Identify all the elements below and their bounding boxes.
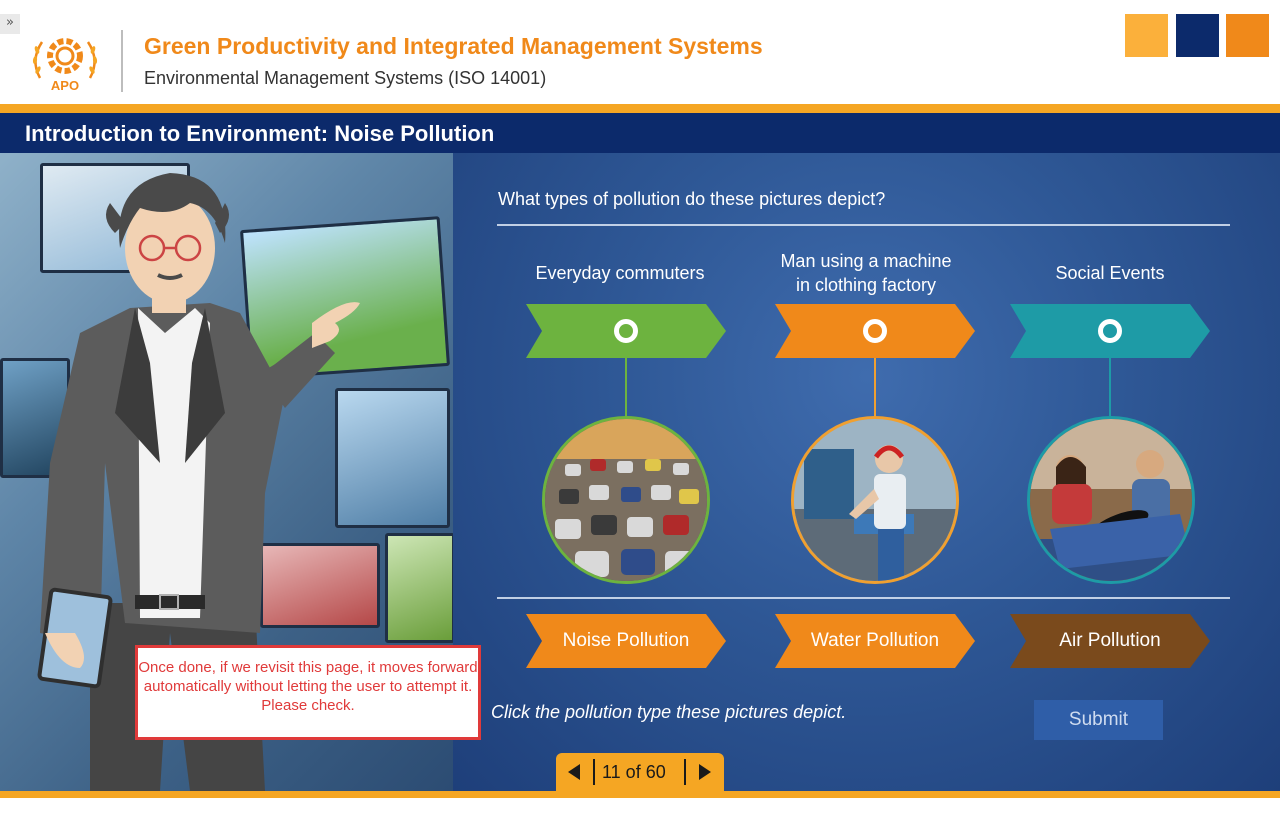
traffic-photo-art xyxy=(545,419,707,581)
logo-text: APO xyxy=(51,78,79,93)
instruction-text: Click the pollution type these pictures … xyxy=(491,702,847,722)
accent-square-yellow xyxy=(1125,14,1168,57)
options-divider xyxy=(497,597,1230,599)
slide-player: » APO Green Productivity and Integrated … xyxy=(0,0,1280,820)
traffic-photo xyxy=(542,416,710,584)
option-air-pollution[interactable]: Air Pollution xyxy=(1010,614,1210,668)
pager-divider xyxy=(593,759,595,785)
party-photo-art xyxy=(1030,419,1192,581)
factory-photo xyxy=(791,416,959,584)
connector-line xyxy=(874,358,876,416)
accent-square-orange xyxy=(1226,14,1269,57)
category-label-line: in clothing factory xyxy=(795,275,937,295)
slide-title-bar: Introduction to Environment: Noise Pollu… xyxy=(0,113,1280,153)
factory-photo-art xyxy=(794,419,956,581)
previous-slide-icon[interactable] xyxy=(568,764,580,780)
slide-stage: What types of pollution do these picture… xyxy=(0,153,1280,791)
header-rule xyxy=(0,104,1280,113)
option-noise-pollution[interactable]: Noise Pollution xyxy=(526,614,726,668)
connector-line xyxy=(1109,358,1111,416)
category-label-social: Social Events xyxy=(1010,261,1210,285)
question-text: What types of pollution do these picture… xyxy=(498,189,886,209)
category-label-line: Social Events xyxy=(1055,263,1165,283)
next-slide-icon[interactable] xyxy=(699,764,711,780)
apo-logo: APO xyxy=(32,38,98,93)
option-water-pollution[interactable]: Water Pollution xyxy=(775,614,975,668)
review-comment-box: Once done, if we revisit this page, it m… xyxy=(135,645,481,740)
slide-title: Introduction to Environment: Noise Pollu… xyxy=(25,121,495,146)
accent-square-navy xyxy=(1176,14,1219,57)
footer-rule xyxy=(0,791,1280,798)
submit-button[interactable]: Submit xyxy=(1034,700,1163,740)
drop-target-ring-social[interactable] xyxy=(1098,319,1122,343)
header-divider xyxy=(121,30,123,92)
connector-line xyxy=(625,358,627,416)
expand-sidebar-button[interactable]: » xyxy=(0,14,20,34)
course-subtitle: Environmental Management Systems (ISO 14… xyxy=(144,68,547,88)
review-comment-text: Once done, if we revisit this page, it m… xyxy=(138,659,478,714)
drop-target-ring-commuters[interactable] xyxy=(614,319,638,343)
category-label-line: Man using a machine xyxy=(780,251,952,271)
pager-divider xyxy=(684,759,686,785)
category-label-factory: Man using a machine in clothing factory xyxy=(756,249,976,297)
slide-counter: 11 of 60 xyxy=(602,762,666,782)
question-divider xyxy=(497,224,1230,226)
party-photo xyxy=(1027,416,1195,584)
background-screen xyxy=(385,533,455,643)
category-label-commuters: Everyday commuters xyxy=(520,261,720,285)
course-title: Green Productivity and Integrated Manage… xyxy=(144,33,763,59)
drop-target-ring-factory[interactable] xyxy=(863,319,887,343)
category-label-line: Everyday commuters xyxy=(535,263,705,283)
slide-pager: 11 of 60 xyxy=(556,753,724,791)
